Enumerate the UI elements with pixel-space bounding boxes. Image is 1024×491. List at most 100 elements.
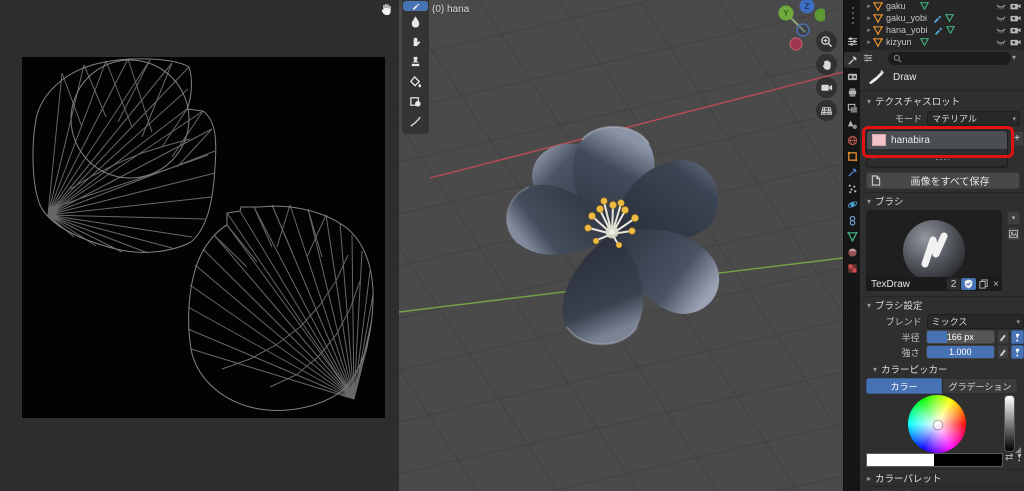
gizmo-neg-z-axis [796,23,810,37]
texture-swatch[interactable] [872,134,886,146]
navigation-gizmo[interactable]: Z Y [759,0,825,56]
users-count-button[interactable]: 2 [947,278,960,290]
tool-fill[interactable] [403,72,428,91]
panel-header-brush[interactable]: ▾ ブラシ [860,194,1024,209]
hide-viewport-icon[interactable] [996,27,1006,34]
strength-animate-button[interactable] [996,345,1010,359]
object-name[interactable]: gaku [886,1,906,11]
image-canvas[interactable] [22,57,385,418]
properties-panel: ▾ Draw ▾ テクスチャスロット モード マテリアル ▾ hanabira [860,50,1024,491]
save-all-images-button[interactable]: 画像をすべて保存 [866,172,1020,189]
gizmo-y-label: Y [783,9,789,18]
radius-value: 166 px [946,332,974,342]
color-wheel-cursor[interactable] [934,421,942,429]
swap-colors-icon[interactable]: ⇄ [1005,452,1013,463]
tab-texture[interactable] [844,260,861,276]
flower-object[interactable] [487,122,737,352]
foreground-color-swatch[interactable] [866,453,936,467]
tab-object-data[interactable] [844,228,861,244]
value-slider[interactable] [1004,395,1015,452]
radius-label: 半径 [901,332,920,343]
hide-viewport-icon[interactable] [996,15,1006,22]
image-editor[interactable] [0,0,400,491]
tab-material[interactable] [844,244,861,260]
hide-viewport-icon[interactable] [996,3,1006,10]
expand-icon[interactable]: ▸ [873,153,877,161]
texture-slot-list-footer[interactable]: ▸ [867,149,1007,165]
radius-pressure-button[interactable] [1011,330,1024,344]
add-texture-slot-button[interactable]: + [1010,131,1024,146]
search-input[interactable] [888,52,1011,65]
outliner-row[interactable]: ▸ hana_yobi [860,24,1024,36]
brush-selector-dropdown[interactable]: ▾ [1007,211,1020,225]
render-visibility-icon[interactable] [1010,38,1021,46]
panel-title: テクスチャスロット [875,97,961,108]
panel-options-chevron-icon[interactable]: ▾ [1012,53,1016,62]
expand-icon: ▸ [867,473,872,483]
editor-type-icon[interactable] [863,53,873,63]
expand-icon[interactable]: ▸ [865,2,873,10]
outliner-row[interactable]: ▸ kizyun [860,36,1024,48]
tab-constraints[interactable] [844,212,861,228]
swatch-pressure-icon[interactable] [1016,453,1024,462]
tab-color[interactable]: カラー [866,378,942,394]
outliner-row[interactable]: ▸ gaku_yobi [860,12,1024,24]
tool-soften[interactable] [403,12,428,31]
tab-scene[interactable] [844,116,861,132]
panel-header-brush-settings[interactable]: ▾ ブラシ設定 [860,298,1024,313]
tool-mask[interactable] [403,92,428,111]
zoom-button[interactable] [816,31,837,52]
strength-slider[interactable]: 1.000 [925,345,995,359]
tool-smear[interactable] [403,32,428,51]
texture-slot-item-active[interactable]: hanabira [867,131,1007,149]
hide-viewport-icon[interactable] [996,39,1006,46]
object-name[interactable]: kizyun [886,37,912,47]
tool-draw-brush[interactable] [403,1,428,11]
strength-label: 強さ [901,347,920,358]
mode-dropdown[interactable]: マテリアル ▾ [927,111,1020,126]
tool-clone[interactable] [403,52,428,71]
panel-header-color-palette[interactable]: ▸ カラーパレット [860,471,1024,486]
render-visibility-icon[interactable] [1010,2,1021,10]
strength-pressure-button[interactable] [1011,345,1024,359]
expand-icon[interactable]: ▸ [865,26,873,34]
brush-preview-toggle[interactable] [1007,227,1020,241]
tab-output[interactable] [844,84,861,100]
outliner-row[interactable]: ▸ gaku [860,0,1024,12]
fake-user-shield-button[interactable] [961,278,976,290]
duplicate-brush-button[interactable] [976,278,990,290]
tool-annotate[interactable] [403,112,428,131]
tab-render[interactable] [844,68,861,84]
camera-view-button[interactable] [816,77,837,98]
render-visibility-icon[interactable] [1010,26,1021,34]
unlink-brush-button[interactable]: × [990,279,1002,290]
pan-hand-button[interactable] [816,54,837,75]
active-tool-label: Draw [893,71,917,83]
panel-title: カラーピッカー [881,365,948,376]
tab-modifiers[interactable] [844,164,861,180]
editor-type-icon[interactable] [844,33,861,49]
tab-particles[interactable] [844,180,861,196]
tab-physics[interactable] [844,196,861,212]
brush-name-field[interactable]: TexDraw [871,279,910,290]
color-wheel[interactable] [908,395,966,453]
blend-value: ミックス [931,317,968,327]
tab-world[interactable] [844,132,861,148]
render-visibility-icon[interactable] [1010,14,1021,22]
expand-icon[interactable]: ▸ [865,38,873,46]
tab-gradient[interactable]: グラデーション [942,378,1018,394]
background-color-swatch[interactable] [934,453,1003,467]
grid-perspective-button[interactable] [816,100,837,121]
object-name[interactable]: gaku_yobi [886,13,927,23]
blend-dropdown[interactable]: ミックス ▾ [926,314,1024,329]
tab-view-layer[interactable] [844,100,861,116]
panel-header-texture-slots[interactable]: ▾ テクスチャスロット [860,94,1024,109]
3d-viewport[interactable]: (0) hana Z Y [399,0,843,491]
expand-icon[interactable]: ▸ [865,14,873,22]
panel-header-color-picker[interactable]: ▾ カラーピッカー [866,362,1024,377]
object-name[interactable]: hana_yobi [886,25,928,35]
radius-animate-button[interactable] [996,330,1010,344]
radius-slider[interactable]: 166 px [925,330,995,344]
tab-object[interactable] [844,148,861,164]
tab-tool[interactable] [844,52,861,68]
